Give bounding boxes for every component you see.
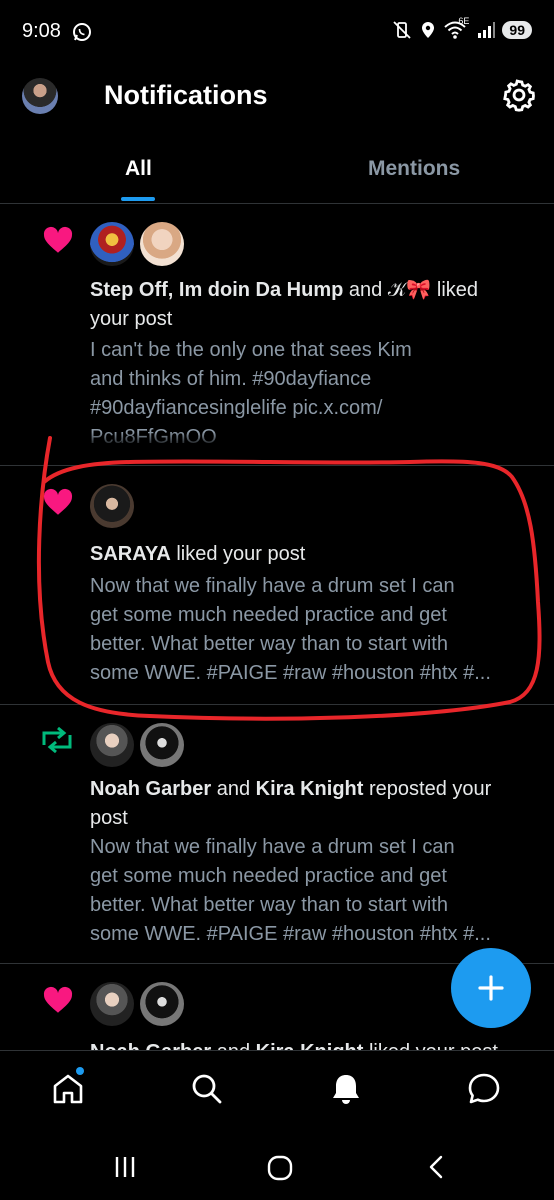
- notifications-bell-icon[interactable]: [328, 1071, 364, 1107]
- signal-icon: [478, 22, 496, 38]
- actor-name[interactable]: Noah Garber: [90, 1041, 211, 1050]
- action-text: your post: [90, 308, 173, 330]
- action-text: liked your post: [363, 1041, 498, 1050]
- action-text: liked: [431, 279, 479, 301]
- post-preview-line: #90dayfiancesinglelife pic.x.com/: [90, 397, 383, 419]
- notification-text: Noah Garber and Kira Knight liked your p…: [90, 1038, 498, 1050]
- whatsapp-icon: [73, 23, 91, 41]
- page-title: Notifications: [104, 80, 268, 110]
- actor-name[interactable]: Kira Knight: [256, 1041, 364, 1050]
- action-text: reposted your: [363, 778, 492, 800]
- plus-icon: [478, 975, 504, 1001]
- notification-item[interactable]: Step Off, Im doin Da Hump and 𝒦🎀 liked y…: [0, 204, 554, 466]
- connector-text: and: [211, 778, 256, 800]
- home-icon[interactable]: [50, 1071, 86, 1107]
- user-avatar[interactable]: [90, 982, 134, 1026]
- action-text: post: [90, 807, 128, 829]
- home-circle-icon[interactable]: [266, 1154, 294, 1182]
- tab-all[interactable]: All: [125, 157, 152, 181]
- repost-icon: [42, 727, 72, 753]
- user-avatar[interactable]: [90, 723, 134, 767]
- user-avatar[interactable]: [140, 982, 184, 1026]
- actor-name[interactable]: 𝒦🎀: [388, 279, 431, 301]
- user-avatar[interactable]: [140, 723, 184, 767]
- system-nav-bar: [0, 1134, 554, 1200]
- messages-icon[interactable]: [466, 1071, 502, 1107]
- post-preview-line: and thinks of him. #90dayfiance: [90, 368, 372, 390]
- compose-button[interactable]: [451, 948, 531, 1028]
- mute-vibrate-icon: [393, 21, 412, 39]
- battery-indicator: 99: [502, 21, 532, 39]
- heart-icon: [43, 226, 73, 253]
- notification-text: Noah Garber and Kira Knight reposted you…: [90, 775, 491, 804]
- user-avatar[interactable]: [140, 222, 184, 266]
- recent-apps-icon[interactable]: [112, 1154, 138, 1180]
- status-icons: 6E 99: [392, 16, 532, 40]
- post-preview-line: get some much needed practice and get: [90, 865, 447, 887]
- status-time: 9:08: [22, 20, 61, 42]
- actor-name[interactable]: Kira Knight: [256, 778, 364, 800]
- post-preview-line: some WWE. #PAIGE #raw #houston #htx #...: [90, 923, 491, 945]
- actor-name[interactable]: Step Off, Im doin Da Hump: [90, 279, 343, 301]
- connector-text: and: [211, 1041, 255, 1050]
- user-avatar[interactable]: [90, 222, 134, 266]
- post-preview-line: Now that we finally have a drum set I ca…: [90, 836, 455, 858]
- heart-icon: [43, 986, 73, 1013]
- connector-text: and: [343, 279, 388, 301]
- red-circle-annotation: [36, 436, 542, 721]
- notification-text: Step Off, Im doin Da Hump and 𝒦🎀 liked: [90, 276, 478, 305]
- home-unread-dot: [76, 1067, 84, 1075]
- back-icon[interactable]: [424, 1154, 450, 1180]
- network-label: 6E: [458, 16, 470, 26]
- wifi-icon: 6E: [444, 16, 470, 40]
- settings-gear-icon[interactable]: [502, 78, 536, 112]
- actor-name[interactable]: Noah Garber: [90, 778, 211, 800]
- active-tab-indicator: [121, 197, 155, 201]
- search-icon[interactable]: [189, 1071, 225, 1107]
- notification-item[interactable]: Noah Garber and Kira Knight reposted you…: [0, 705, 554, 963]
- location-icon: [422, 22, 435, 38]
- bottom-nav: [0, 1050, 554, 1135]
- profile-avatar[interactable]: [22, 78, 58, 114]
- post-preview-line: I can't be the only one that sees Kim: [90, 339, 412, 361]
- tab-mentions[interactable]: Mentions: [368, 157, 460, 181]
- post-preview-line: better. What better way than to start wi…: [90, 894, 448, 916]
